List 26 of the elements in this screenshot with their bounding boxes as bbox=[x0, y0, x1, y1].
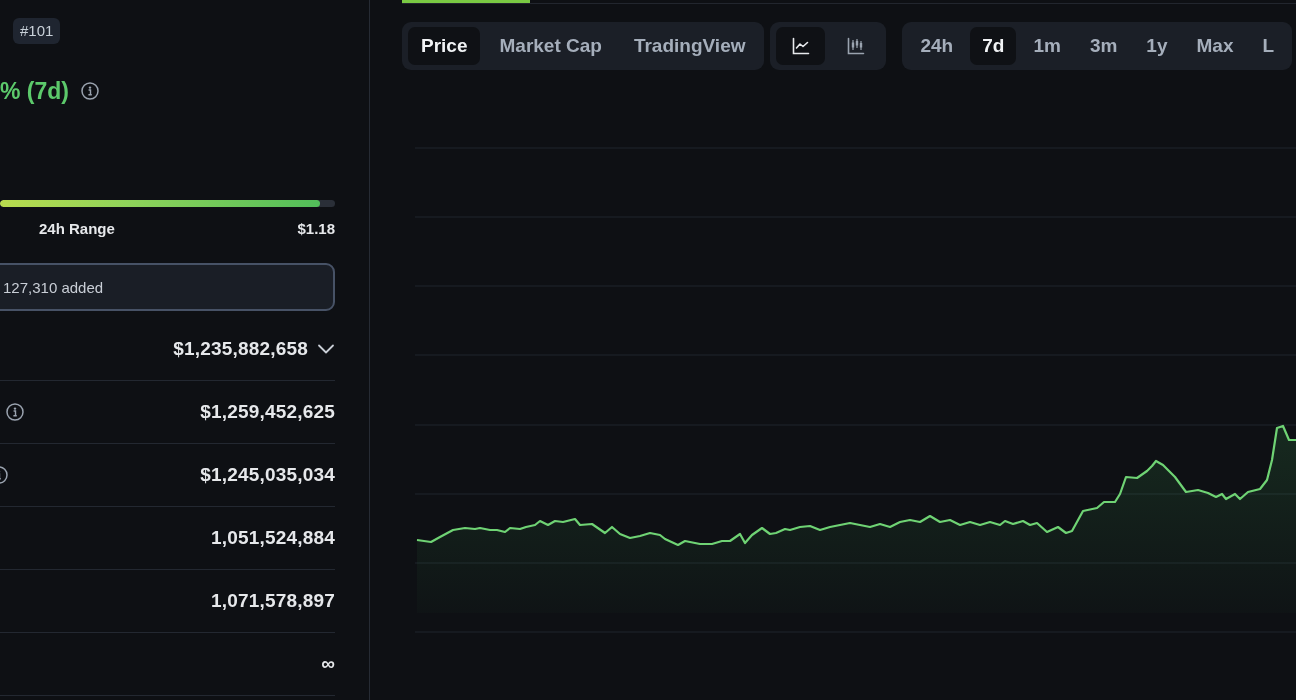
time-range-tab[interactable]: 7d bbox=[970, 27, 1017, 65]
chart-type-button[interactable] bbox=[776, 27, 826, 65]
time-range-tab[interactable]: 1m bbox=[1021, 27, 1073, 65]
time-range-tab[interactable]: L bbox=[1250, 27, 1287, 65]
view-tab[interactable]: TradingView bbox=[620, 27, 759, 65]
price-change: % (7d) bbox=[0, 77, 69, 105]
stat-value: 1,051,524,884 bbox=[210, 527, 335, 549]
range-high-price: $1.18 bbox=[297, 219, 335, 237]
time-range-tab[interactable]: 3m bbox=[1077, 27, 1130, 65]
stat-value: $1,259,452,625 bbox=[200, 401, 335, 423]
line-chart-icon bbox=[792, 37, 810, 55]
stat-value: 1,071,578,897 bbox=[210, 590, 335, 612]
candlestick-chart-icon bbox=[847, 37, 865, 55]
time-range-tab[interactable]: 24h bbox=[908, 27, 966, 65]
view-tab[interactable]: Price bbox=[408, 27, 481, 65]
stat-value: $1,235,882,658 bbox=[173, 338, 308, 360]
info-icon[interactable] bbox=[81, 82, 99, 100]
stat-value: ∞ bbox=[321, 653, 335, 675]
view-tab[interactable]: Market Cap bbox=[486, 27, 615, 65]
time-range-tab[interactable]: Max bbox=[1184, 27, 1246, 65]
info-icon[interactable] bbox=[6, 403, 24, 421]
watchlist-added-banner: 127,310 added bbox=[0, 263, 335, 311]
stat-value: $1,245,035,034 bbox=[200, 464, 335, 486]
range-label: 24h Range bbox=[39, 219, 115, 237]
time-range-tab[interactable]: 1y bbox=[1134, 27, 1180, 65]
rank-badge: #101 bbox=[13, 18, 61, 44]
